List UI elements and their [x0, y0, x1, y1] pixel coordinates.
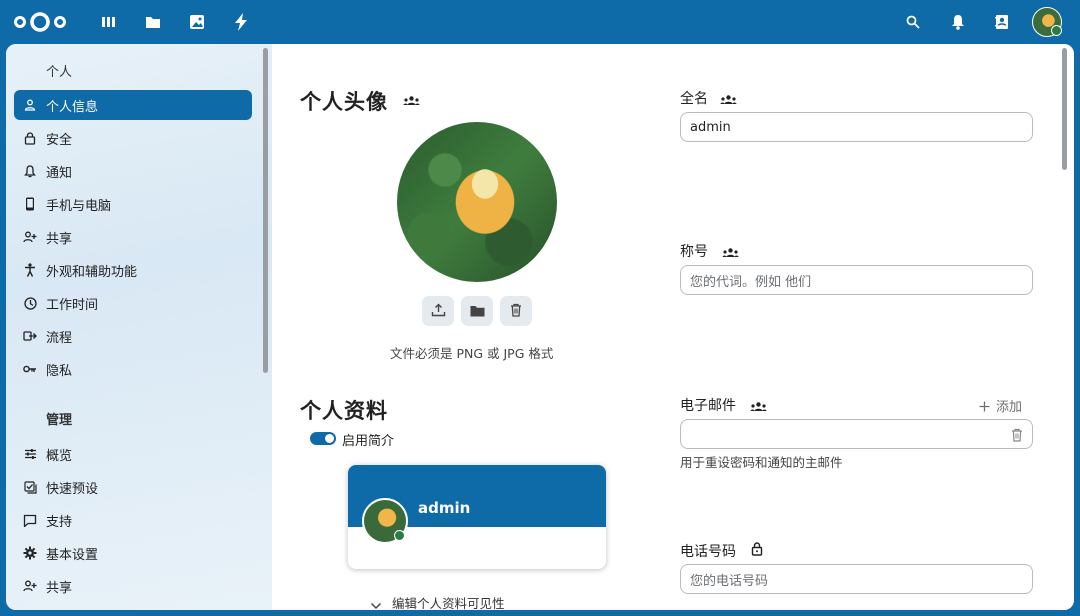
visibility-scope-icon[interactable]	[722, 244, 739, 263]
enable-profile-label: 启用简介	[342, 434, 395, 449]
sidebar-item-appearance[interactable]: 外观和辅助功能	[14, 255, 252, 285]
accessibility-icon	[22, 262, 38, 278]
user-icon	[22, 97, 38, 113]
share-icon	[22, 578, 38, 594]
files-icon[interactable]	[142, 11, 164, 33]
activity-icon[interactable]	[230, 11, 252, 33]
enable-profile-toggle[interactable]	[310, 432, 336, 445]
avatar-section-title: 个人头像	[300, 90, 388, 114]
sidebar-item-label: 快速预设	[46, 481, 99, 497]
flow-icon	[22, 328, 38, 344]
sidebar-item-security[interactable]: 安全	[14, 123, 252, 153]
upload-icon	[431, 302, 446, 321]
sidebar-item-label: 工作时间	[46, 297, 99, 313]
main-scrollbar[interactable]	[1062, 48, 1067, 170]
photos-icon[interactable]	[186, 11, 208, 33]
add-email-button[interactable]: 添加	[996, 396, 1022, 415]
sidebar-item-label: 共享	[46, 580, 73, 596]
sidebar-item-quick-presets[interactable]: 快速预设	[14, 472, 252, 502]
clock-icon	[22, 295, 38, 311]
plus-icon[interactable]	[979, 397, 990, 416]
edit-profile-visibility-link[interactable]: 编辑个人资料可见性	[392, 593, 505, 610]
sidebar-item-label: 流程	[46, 330, 73, 346]
visibility-scope-icon[interactable]	[750, 398, 767, 417]
sidebar-item-label: 通知	[46, 165, 73, 181]
dashboard-icon[interactable]	[98, 11, 120, 33]
sidebar-scrollbar[interactable]	[263, 48, 268, 373]
profile-card-name: admin	[418, 499, 471, 517]
sidebar-item-label: 外观和辅助功能	[46, 264, 138, 280]
sidebar-item-personal-info[interactable]: 个人信息	[14, 90, 252, 120]
top-bar	[0, 0, 1080, 44]
fullname-label: 全名	[680, 91, 708, 107]
email-label: 电子邮件	[680, 398, 736, 414]
main-content: 个人头像 文件必须是 PNG 或 JPG 格式 个人资料 启用简介 admin …	[272, 44, 1074, 610]
chevron-down-icon[interactable]	[370, 595, 382, 610]
trash-icon	[510, 302, 522, 321]
sidebar-item-label: 安全	[46, 132, 73, 148]
bell-icon	[22, 163, 38, 179]
key-icon	[22, 361, 38, 377]
contacts-icon[interactable]	[991, 11, 1013, 33]
search-icon[interactable]	[902, 11, 924, 33]
settings-sidebar: 个人 个人信息 安全 通知 手机与电脑 共享 外观和辅助功能 工作时间 流程 隐…	[6, 44, 272, 610]
sidebar-item-sharing-admin[interactable]: 共享	[14, 571, 252, 601]
online-status-icon	[1051, 25, 1062, 36]
phone-label: 电话号码	[680, 544, 736, 560]
sidebar-item-overview[interactable]: 概览	[14, 439, 252, 469]
remove-avatar-button[interactable]	[500, 296, 532, 326]
profile-section-title: 个人资料	[300, 399, 388, 423]
sidebar-item-notifications[interactable]: 通知	[14, 156, 252, 186]
choose-file-button[interactable]	[461, 296, 493, 326]
upload-avatar-button[interactable]	[422, 296, 454, 326]
sidebar-item-label: 支持	[46, 514, 73, 530]
personal-heading: 个人	[46, 65, 73, 80]
sidebar-item-working-hours[interactable]: 工作时间	[14, 288, 252, 318]
email-field[interactable]	[680, 419, 1033, 449]
sliders-icon	[22, 446, 38, 462]
email-hint: 用于重设密码和通知的主邮件	[680, 455, 843, 470]
sidebar-item-basic-settings[interactable]: 基本设置	[14, 538, 252, 568]
sidebar-item-label: 个人信息	[46, 99, 99, 115]
profile-avatar-image	[397, 122, 557, 282]
visibility-scope-icon[interactable]	[403, 92, 420, 111]
sidebar-item-label: 手机与电脑	[46, 198, 112, 214]
profile-preview-card[interactable]: admin	[348, 465, 606, 569]
content-frame: 个人 个人信息 安全 通知 手机与电脑 共享 外观和辅助功能 工作时间 流程 隐…	[6, 44, 1074, 610]
gear-icon	[22, 545, 38, 561]
title-field[interactable]: 您的代词。例如 他们	[680, 265, 1033, 295]
sidebar-item-devices[interactable]: 手机与电脑	[14, 189, 252, 219]
share-icon	[22, 229, 38, 245]
title-label: 称号	[680, 244, 708, 260]
sidebar-item-label: 共享	[46, 231, 73, 247]
folder-icon	[470, 302, 485, 321]
sidebar-item-label: 基本设置	[46, 547, 99, 563]
fullname-field[interactable]: admin	[680, 112, 1033, 142]
sidebar-item-privacy[interactable]: 隐私	[14, 354, 252, 384]
phone-field[interactable]: 您的电话号码	[680, 564, 1033, 594]
sidebar-item-support[interactable]: 支持	[14, 505, 252, 535]
admin-heading: 管理	[46, 413, 73, 428]
bell-icon[interactable]	[947, 11, 969, 33]
trash-icon[interactable]	[1011, 427, 1023, 446]
lock-icon	[22, 130, 38, 146]
nextcloud-logo-icon[interactable]	[11, 10, 69, 34]
visibility-scope-icon[interactable]	[720, 91, 737, 110]
phone-icon	[22, 196, 38, 212]
online-status-icon	[394, 530, 405, 541]
lock-icon[interactable]	[751, 541, 763, 560]
sidebar-item-flow[interactable]: 流程	[14, 321, 252, 351]
avatar-format-hint: 文件必须是 PNG 或 JPG 格式	[390, 346, 554, 361]
sidebar-item-sharing[interactable]: 共享	[14, 222, 252, 252]
chat-icon	[22, 512, 38, 528]
sidebar-item-label: 概览	[46, 448, 73, 464]
checklist-icon	[22, 479, 38, 495]
sidebar-item-label: 隐私	[46, 363, 73, 379]
